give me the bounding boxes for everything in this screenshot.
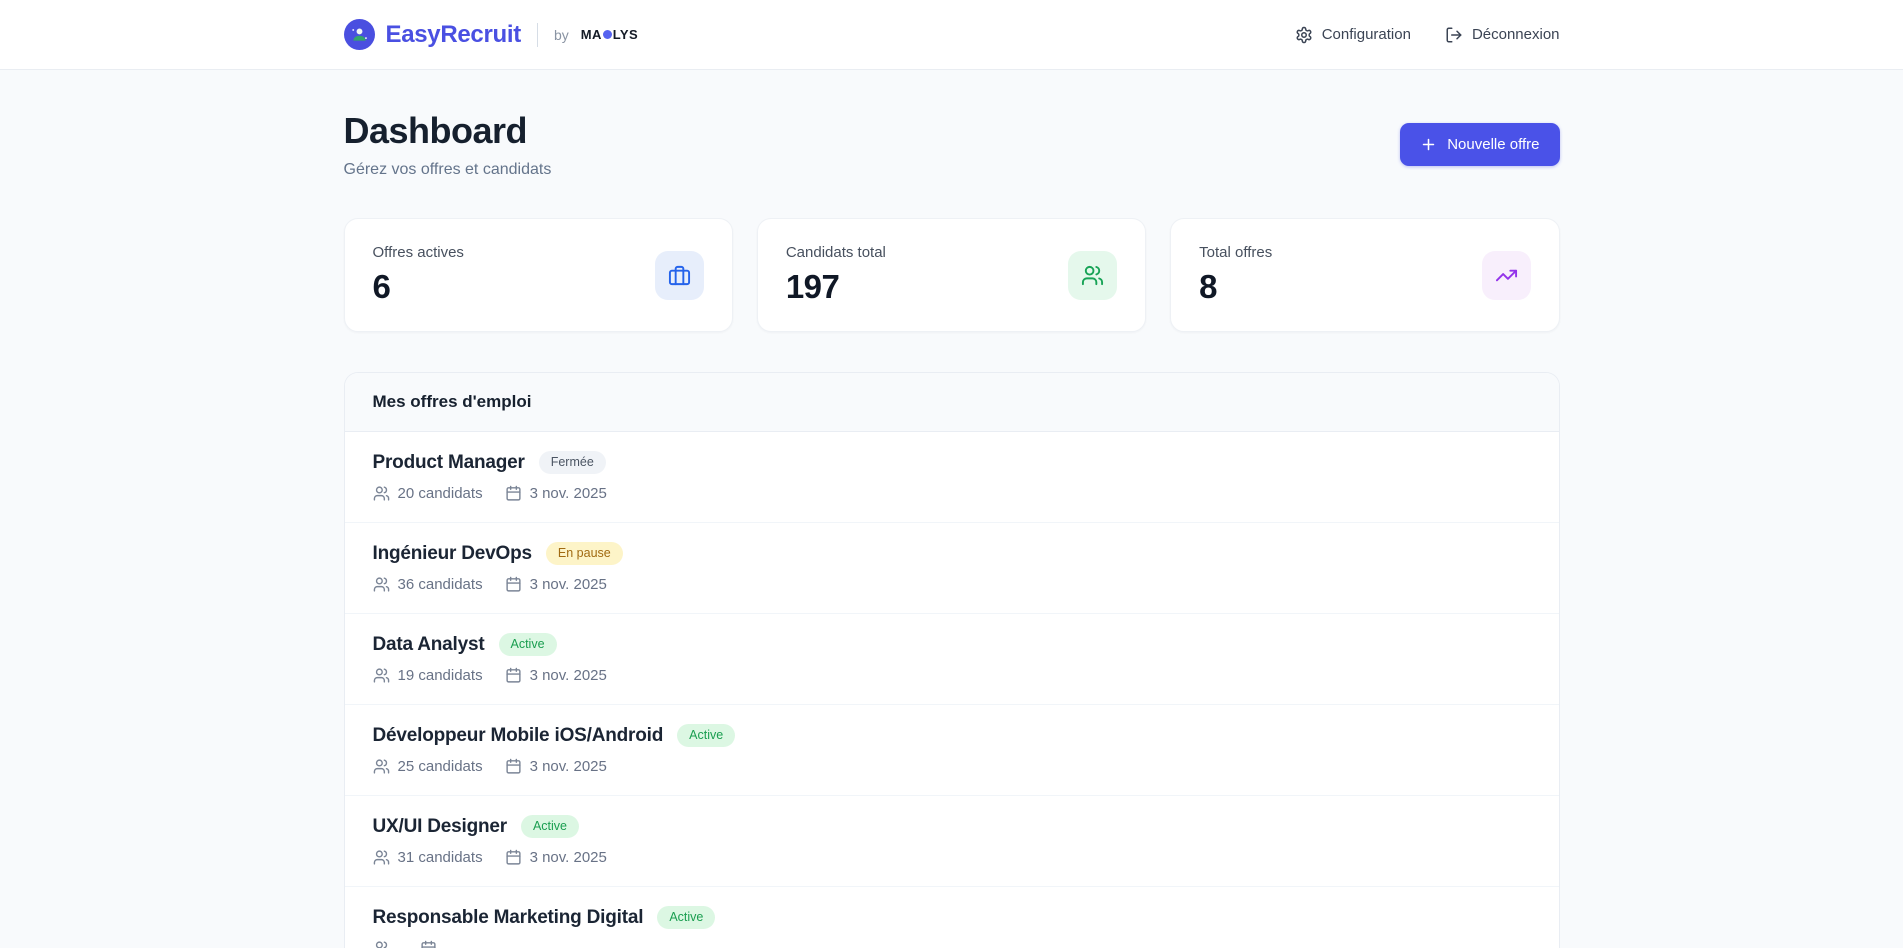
partner-dot-icon <box>603 30 612 39</box>
calendar-icon <box>505 667 522 684</box>
status-badge: En pause <box>546 542 623 565</box>
top-nav: Configuration Déconnexion <box>1295 26 1560 44</box>
new-offer-button[interactable]: Nouvelle offre <box>1400 123 1559 166</box>
users-icon <box>373 667 390 684</box>
logout-label: Déconnexion <box>1472 26 1560 43</box>
page-subtitle: Gérez vos offres et candidats <box>344 161 552 179</box>
offer-title: Data Analyst <box>373 634 485 656</box>
new-offer-label: Nouvelle offre <box>1447 136 1539 153</box>
stat-value: 6 <box>373 268 464 306</box>
status-badge: Active <box>657 906 715 929</box>
offer-title: Responsable Marketing Digital <box>373 907 644 929</box>
partner-prefix: MA <box>581 27 602 42</box>
offer-date: 3 nov. 2025 <box>530 849 607 866</box>
offer-date: 3 nov. 2025 <box>530 485 607 502</box>
offer-row[interactable]: Data Analyst Active 19 candidats <box>345 614 1559 705</box>
stat-label: Offres actives <box>373 244 464 261</box>
users-icon <box>373 758 390 775</box>
status-badge: Fermée <box>539 451 606 474</box>
offers-section-title: Mes offres d'emploi <box>345 373 1559 432</box>
users-icon <box>373 849 390 866</box>
offer-title: Développeur Mobile iOS/Android <box>373 725 664 747</box>
trending-up-icon <box>1482 251 1531 300</box>
offer-row[interactable]: Ingénieur DevOps En pause 36 candidats <box>345 523 1559 614</box>
app-logo-icon <box>344 19 375 50</box>
offer-row[interactable]: Product Manager Fermée 20 candidats <box>345 432 1559 523</box>
logout-icon <box>1445 26 1463 44</box>
offer-title: Product Manager <box>373 452 525 474</box>
topbar: EasyRecruit by MA LYS Configuration <box>0 0 1903 70</box>
calendar-icon <box>505 849 522 866</box>
logout-button[interactable]: Déconnexion <box>1445 26 1560 44</box>
offer-date: 3 nov. 2025 <box>530 758 607 775</box>
offer-title: Ingénieur DevOps <box>373 543 532 565</box>
offer-candidates: 31 candidats <box>398 849 483 866</box>
offer-candidates: 20 candidats <box>398 485 483 502</box>
offers-list: Product Manager Fermée 20 candidats <box>345 432 1559 948</box>
stat-label: Total offres <box>1199 244 1272 261</box>
users-icon <box>373 940 390 948</box>
calendar-icon <box>505 485 522 502</box>
stat-value: 197 <box>786 268 886 306</box>
stat-value: 8 <box>1199 268 1272 306</box>
calendar-icon <box>420 940 437 948</box>
status-badge: Active <box>499 633 557 656</box>
partner-suffix: LYS <box>613 27 638 42</box>
offer-title: UX/UI Designer <box>373 816 507 838</box>
stat-label: Candidats total <box>786 244 886 261</box>
page-title: Dashboard <box>344 110 552 152</box>
stats-row: Offres actives 6 Candidats total 197 <box>344 218 1560 332</box>
partner-logo: MA LYS <box>581 27 638 42</box>
offer-date: 3 nov. 2025 <box>530 667 607 684</box>
briefcase-icon <box>655 251 704 300</box>
status-badge: Active <box>521 815 579 838</box>
brand-name: EasyRecruit <box>386 21 521 49</box>
gear-icon <box>1295 26 1313 44</box>
dashboard-page: Dashboard Gérez vos offres et candidats … <box>312 70 1592 948</box>
users-icon <box>373 576 390 593</box>
users-icon <box>373 485 390 502</box>
offer-candidates: 36 candidats <box>398 576 483 593</box>
offer-row[interactable]: Développeur Mobile iOS/Android Active 25… <box>345 705 1559 796</box>
brand[interactable]: EasyRecruit by MA LYS <box>344 19 639 50</box>
stat-card-total-offres: Total offres 8 <box>1170 218 1559 332</box>
status-badge: Active <box>677 724 735 747</box>
offer-row[interactable]: Responsable Marketing Digital Active <box>345 887 1559 948</box>
offers-panel: Mes offres d'emploi Product Manager Ferm… <box>344 372 1560 948</box>
calendar-icon <box>505 576 522 593</box>
offer-date: 3 nov. 2025 <box>530 576 607 593</box>
offer-candidates: 19 candidats <box>398 667 483 684</box>
offer-row[interactable]: UX/UI Designer Active 31 candidats <box>345 796 1559 887</box>
brand-divider <box>537 23 538 47</box>
calendar-icon <box>505 758 522 775</box>
stat-card-offres-actives: Offres actives 6 <box>344 218 733 332</box>
configuration-label: Configuration <box>1322 26 1411 43</box>
offer-candidates: 25 candidats <box>398 758 483 775</box>
configuration-button[interactable]: Configuration <box>1295 26 1411 44</box>
brand-by-label: by <box>554 27 569 43</box>
plus-icon <box>1420 136 1437 153</box>
stat-card-candidats-total: Candidats total 197 <box>757 218 1146 332</box>
users-icon <box>1068 251 1117 300</box>
